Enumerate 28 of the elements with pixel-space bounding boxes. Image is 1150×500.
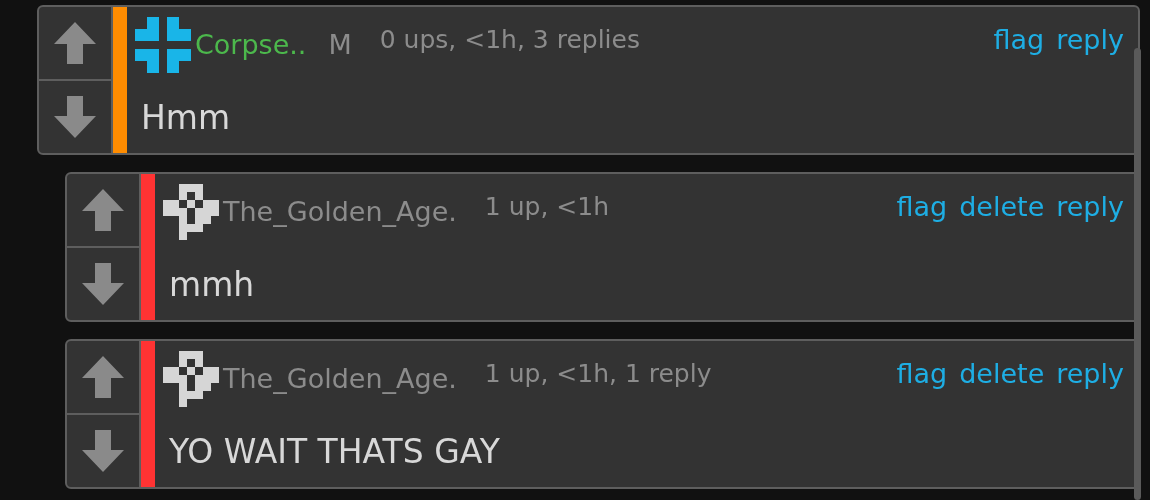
comment-meta: 0 ups, <1h, 3 replies [379, 24, 640, 57]
username-link[interactable]: The_Golden_Age. [223, 358, 457, 400]
action-link[interactable]: flag [896, 186, 948, 228]
action-link[interactable]: delete [959, 186, 1045, 228]
action-link[interactable]: flag [993, 19, 1045, 61]
comment-text: Hmm [141, 97, 231, 140]
avatar-icon [163, 184, 219, 240]
action-link[interactable]: reply [1056, 19, 1124, 61]
moderator-label: M [328, 27, 352, 62]
up-arrow-icon [80, 187, 126, 233]
comment-meta: 1 up, <1h [484, 191, 609, 224]
action-link[interactable]: flag [896, 353, 948, 395]
up-arrow-icon [52, 20, 98, 66]
comment-text: mmh [169, 264, 255, 307]
avatar-icon [135, 17, 191, 73]
comment-text: YO WAIT THATS GAY [169, 431, 500, 474]
username-link[interactable]: The_Golden_Age. [223, 191, 457, 233]
up-arrow-icon [80, 354, 126, 400]
action-link[interactable]: delete [959, 353, 1045, 395]
username-link[interactable]: Corpse.. [195, 24, 307, 66]
action-link[interactable]: reply [1056, 186, 1124, 228]
avatar-icon [163, 351, 219, 407]
down-arrow-icon [80, 428, 126, 474]
down-arrow-icon [80, 261, 126, 307]
down-arrow-icon [52, 94, 98, 140]
scrollbar[interactable] [1134, 48, 1141, 500]
action-link[interactable]: reply [1056, 353, 1124, 395]
comment-meta: 1 up, <1h, 1 reply [484, 358, 712, 391]
